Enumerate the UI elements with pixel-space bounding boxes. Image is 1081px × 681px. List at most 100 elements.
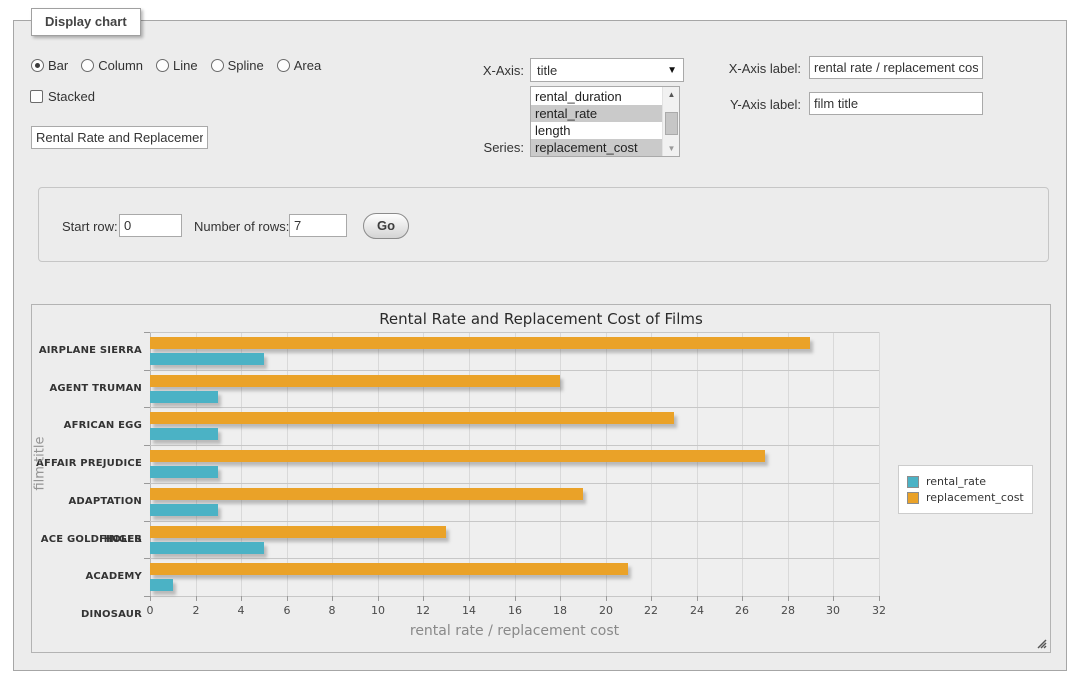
gridline-v	[332, 332, 333, 596]
gridline-h	[150, 521, 879, 522]
y-axis-category-label: AGENT TRUMAN	[32, 370, 142, 408]
x-axis-select[interactable]: title ▼	[530, 58, 684, 82]
bar-replacement_cost[interactable]	[150, 412, 674, 424]
bar-rental_rate[interactable]	[150, 579, 173, 591]
x-axis-tick	[196, 596, 197, 601]
chart-type-radio-spline[interactable]	[211, 59, 224, 72]
series-listbox-scrollbar[interactable]: ▲ ▼	[662, 87, 679, 156]
num-rows-input[interactable]	[289, 214, 347, 237]
x-axis-selected-value: title	[537, 63, 557, 78]
x-axis-tick	[378, 596, 379, 601]
chart-type-radio-line[interactable]	[156, 59, 169, 72]
bar-replacement_cost[interactable]	[150, 450, 765, 462]
chart-title-input[interactable]	[31, 126, 208, 149]
series-option-rental_rate[interactable]: rental_rate	[531, 105, 662, 122]
gridline-v	[515, 332, 516, 596]
display-chart-panel: Display chart BarColumnLineSplineArea St…	[13, 20, 1067, 671]
y-axis-label-input[interactable]	[809, 92, 983, 115]
go-button[interactable]: Go	[363, 213, 409, 239]
x-axis-label-input[interactable]	[809, 56, 983, 79]
gridline-h	[150, 483, 879, 484]
bar-replacement_cost[interactable]	[150, 563, 628, 575]
legend-entry-rental_rate: rental_rate	[907, 475, 1024, 488]
y-axis-tick	[144, 483, 150, 484]
bar-rental_rate[interactable]	[150, 542, 264, 554]
chart-type-option-line[interactable]: Line	[156, 58, 198, 73]
y-axis-category-label: ADAPTATION HOLES	[32, 483, 142, 521]
x-axis-tick-label: 16	[498, 604, 532, 617]
bar-replacement_cost[interactable]	[150, 337, 810, 349]
gridline-v	[560, 332, 561, 596]
x-axis-tick-label: 28	[771, 604, 805, 617]
x-axis-tick	[742, 596, 743, 601]
x-axis-tick	[241, 596, 242, 601]
bar-rental_rate[interactable]	[150, 391, 218, 403]
series-option-rental_duration[interactable]: rental_duration	[531, 88, 662, 105]
scroll-up-icon[interactable]: ▲	[663, 87, 680, 102]
start-row-input[interactable]	[119, 214, 182, 237]
stacked-checkbox[interactable]	[30, 90, 43, 103]
x-axis-tick	[788, 596, 789, 601]
x-axis-tick	[287, 596, 288, 601]
chart-type-label-line[interactable]: Line	[173, 58, 198, 73]
bar-replacement_cost[interactable]	[150, 488, 583, 500]
gridline-v	[742, 332, 743, 596]
legend-swatch-rental_rate	[907, 476, 919, 488]
scrollbar-thumb[interactable]	[665, 112, 678, 135]
chart-type-label-spline[interactable]: Spline	[228, 58, 264, 73]
bar-replacement_cost[interactable]	[150, 526, 446, 538]
bar-rental_rate[interactable]	[150, 466, 218, 478]
chevron-down-icon: ▼	[667, 65, 677, 76]
y-axis-tick	[144, 445, 150, 446]
y-axis-tick	[144, 407, 150, 408]
x-axis-tick	[651, 596, 652, 601]
bar-replacement_cost[interactable]	[150, 375, 560, 387]
gridline-v	[196, 332, 197, 596]
gridline-v	[241, 332, 242, 596]
series-option-length[interactable]: length	[531, 122, 662, 139]
series-options: rental_durationrental_ratelengthreplacem…	[531, 88, 662, 156]
y-axis-category-label: AIRPLANE SIERRA	[32, 332, 142, 370]
gridline-h	[150, 407, 879, 408]
chart-type-radio-area[interactable]	[277, 59, 290, 72]
gridline-h	[150, 445, 879, 446]
x-axis-tick-label: 18	[543, 604, 577, 617]
gridline-v	[150, 332, 151, 596]
x-axis-tick	[833, 596, 834, 601]
chart-type-option-column[interactable]: Column	[81, 58, 143, 73]
gridline-v	[833, 332, 834, 596]
gridline-v	[697, 332, 698, 596]
chart-container: Rental Rate and Replacement Cost of Film…	[31, 304, 1051, 653]
y-axis-category-label: AFFAIR PREJUDICE	[32, 445, 142, 483]
bar-rental_rate[interactable]	[150, 353, 264, 365]
chart-type-label-column[interactable]: Column	[98, 58, 143, 73]
chart-type-label-bar[interactable]: Bar	[48, 58, 68, 73]
gridline-h	[150, 332, 879, 333]
bar-rental_rate[interactable]	[150, 428, 218, 440]
stacked-checkbox-row: Stacked	[30, 89, 95, 104]
chart-type-radio-bar[interactable]	[31, 59, 44, 72]
bar-rental_rate[interactable]	[150, 504, 218, 516]
chart-type-option-spline[interactable]: Spline	[211, 58, 264, 73]
x-axis-tick-label: 0	[133, 604, 167, 617]
x-axis-tick-label: 2	[179, 604, 213, 617]
chart-type-radio-group: Bar Column Line Spline Area	[31, 58, 321, 73]
x-axis-tick-label: 26	[725, 604, 759, 617]
chart-type-label-area[interactable]: Area	[294, 58, 321, 73]
x-axis-label-label: X-Axis label:	[686, 61, 801, 76]
chart-type-radio-column[interactable]	[81, 59, 94, 72]
gridline-h	[150, 558, 879, 559]
x-axis-tick-label: 30	[816, 604, 850, 617]
chart-title: Rental Rate and Replacement Cost of Film…	[32, 310, 1050, 328]
stacked-label[interactable]: Stacked	[48, 89, 95, 104]
resize-handle-icon[interactable]	[1035, 637, 1047, 649]
chart-type-option-area[interactable]: Area	[277, 58, 321, 73]
chart-type-option-bar[interactable]: Bar	[31, 58, 68, 73]
num-rows-label: Number of rows:	[194, 219, 289, 234]
series-option-replacement_cost[interactable]: replacement_cost	[531, 139, 662, 156]
x-axis-tick-label: 32	[862, 604, 896, 617]
x-axis-tick	[515, 596, 516, 601]
scroll-down-icon[interactable]: ▼	[663, 141, 680, 156]
x-axis-tick	[332, 596, 333, 601]
series-listbox[interactable]: rental_durationrental_ratelengthreplacem…	[530, 86, 680, 157]
